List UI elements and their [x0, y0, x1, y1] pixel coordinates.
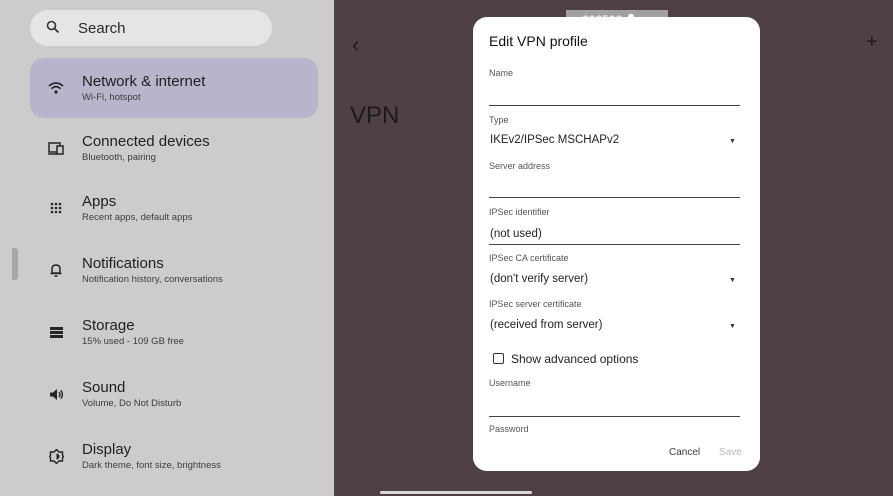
- type-select[interactable]: IKEv2/IPSec MSCHAPv2: [490, 134, 619, 146]
- search-label: Search: [78, 19, 126, 37]
- wifi-icon: [30, 81, 82, 95]
- sidebar-item-network[interactable]: Network & internet Wi-Fi, hotspot: [30, 58, 318, 118]
- ca-certificate-dropdown-icon[interactable]: ▼: [729, 277, 736, 284]
- sidebar-item-title: Sound: [82, 379, 126, 396]
- ca-certificate-label: IPSec CA certificate: [489, 253, 569, 263]
- sidebar-item-connected-devices[interactable]: Connected devices Bluetooth, pairing: [30, 118, 318, 178]
- server-certificate-select[interactable]: (received from server): [490, 319, 602, 331]
- sidebar-item-subtitle: 15% used - 109 GB free: [82, 336, 184, 347]
- ipsec-identifier-label: IPSec identifier: [489, 207, 550, 217]
- advanced-options-checkbox[interactable]: [493, 353, 504, 364]
- server-address-label: Server address: [489, 161, 551, 171]
- search-icon: [46, 20, 66, 37]
- type-dropdown-icon[interactable]: ▼: [729, 138, 736, 145]
- navigation-handle[interactable]: [380, 491, 532, 494]
- settings-list-pane: Search Network & internet Wi-Fi, hotspot…: [0, 0, 334, 496]
- sidebar-item-title: Display: [82, 441, 132, 458]
- page-title: VPN: [350, 102, 400, 129]
- server-address-underline: [489, 197, 740, 198]
- sidebar-item-subtitle: Recent apps, default apps: [82, 212, 193, 223]
- password-label: Password: [489, 424, 529, 434]
- dialog-button-bar: Cancel Save: [473, 437, 760, 471]
- sidebar-item-title: Notifications: [82, 255, 164, 272]
- sidebar-item-subtitle: Wi-Fi, hotspot: [82, 92, 141, 103]
- username-underline: [489, 416, 740, 417]
- ipsec-identifier-underline: [489, 244, 740, 245]
- dialog-title: Edit VPN profile: [489, 33, 588, 49]
- server-certificate-label: IPSec server certificate: [489, 299, 582, 309]
- ca-certificate-select[interactable]: (don't verify server): [490, 273, 588, 285]
- advanced-options-label[interactable]: Show advanced options: [511, 352, 638, 366]
- apps-grid-icon: [30, 202, 82, 214]
- add-vpn-icon[interactable]: +: [866, 31, 878, 54]
- sidebar-item-subtitle: Volume, Do Not Disturb: [82, 398, 182, 409]
- speaker-icon: [30, 388, 82, 401]
- name-underline: [489, 105, 740, 106]
- save-button[interactable]: Save: [719, 447, 742, 458]
- brightness-icon: [30, 448, 82, 464]
- bell-icon: [30, 263, 82, 277]
- ipsec-identifier-field[interactable]: (not used): [490, 228, 542, 240]
- sidebar-item-title: Network & internet: [82, 73, 206, 90]
- devices-icon: [30, 141, 82, 155]
- server-certificate-dropdown-icon[interactable]: ▼: [729, 323, 736, 330]
- sidebar-item-apps[interactable]: Apps Recent apps, default apps: [30, 178, 318, 238]
- type-label: Type: [489, 115, 509, 125]
- sidebar-item-notifications[interactable]: Notifications Notification history, conv…: [30, 240, 318, 300]
- sidebar-item-title: Connected devices: [82, 133, 210, 150]
- sidebar-item-title: Storage: [82, 317, 135, 334]
- cancel-button[interactable]: Cancel: [669, 447, 700, 458]
- sidebar-item-title: Apps: [82, 193, 117, 210]
- username-label: Username: [489, 378, 531, 388]
- sidebar-item-subtitle: Notification history, conversations: [82, 274, 223, 285]
- search-bar[interactable]: Search: [30, 10, 272, 46]
- sidebar-item-subtitle: Bluetooth, pairing: [82, 152, 156, 163]
- edit-vpn-dialog: Edit VPN profile Name Type IKEv2/IPSec M…: [473, 17, 760, 471]
- sidebar-item-display[interactable]: Display Dark theme, font size, brightnes…: [30, 426, 318, 486]
- sidebar-item-sound[interactable]: Sound Volume, Do Not Disturb: [30, 364, 318, 424]
- back-arrow-icon[interactable]: ‹: [352, 32, 359, 58]
- sidebar-item-storage[interactable]: Storage 15% used - 109 GB free: [30, 302, 318, 362]
- sidebar-item-subtitle: Dark theme, font size, brightness: [82, 460, 221, 471]
- storage-icon: [30, 326, 82, 338]
- edge-drag-handle[interactable]: [12, 248, 18, 280]
- name-label: Name: [489, 68, 514, 78]
